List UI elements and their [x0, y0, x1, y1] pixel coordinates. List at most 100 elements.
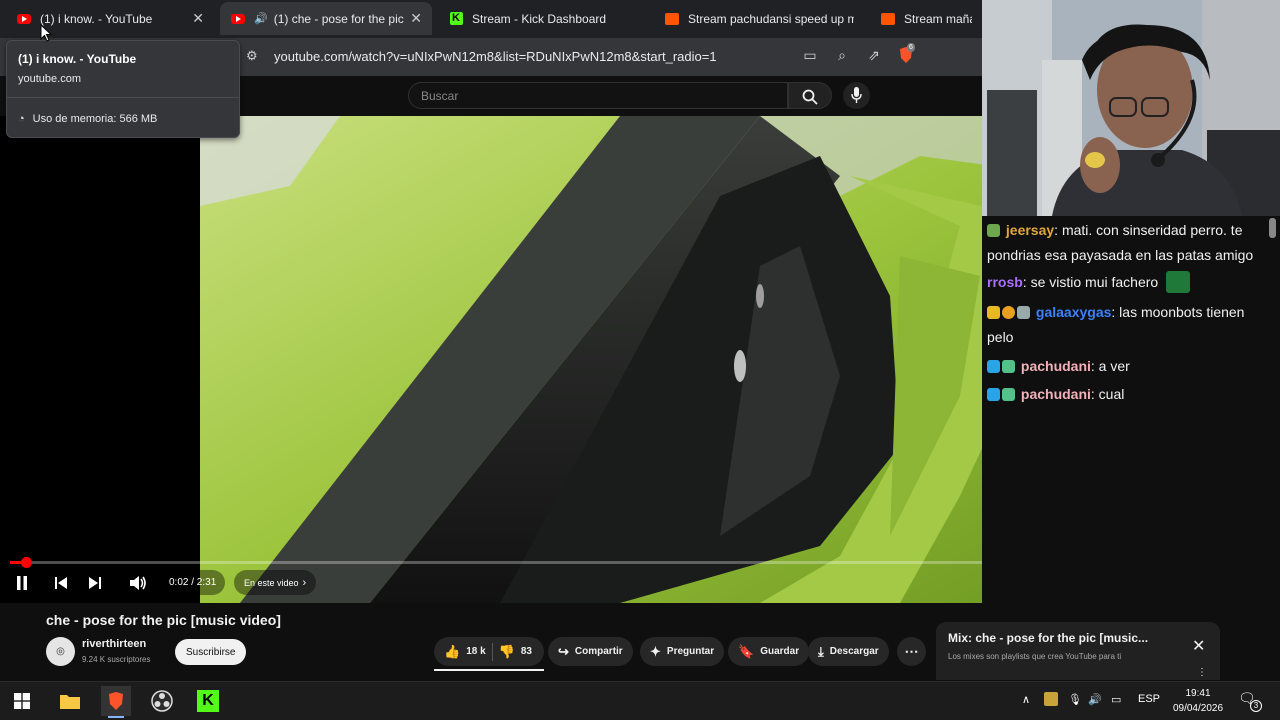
network-icon[interactable]: ▭ — [1111, 693, 1121, 706]
tab-title: (1) che - pose for the pic [ — [273, 11, 405, 26]
site-settings-icon[interactable]: ⚙ — [246, 48, 258, 64]
next-icon — [89, 577, 101, 589]
language-indicator[interactable]: ESP — [1138, 693, 1160, 705]
obs-taskbar-button[interactable] — [147, 686, 177, 716]
close-tab-icon[interactable]: ✕ — [186, 10, 204, 27]
close-tab-icon[interactable]: ✕ — [404, 10, 422, 27]
previous-button[interactable] — [50, 573, 72, 593]
more-actions-button[interactable]: ⋯ — [897, 637, 926, 666]
audio-playing-icon[interactable]: 🔊 — [254, 12, 268, 25]
show-hidden-icons-icon[interactable]: ∧ — [1022, 693, 1030, 706]
speaker-icon[interactable]: 🔊 — [1088, 693, 1102, 706]
progress-bar[interactable] — [10, 561, 1066, 564]
chat-username[interactable]: pachudani — [1021, 358, 1091, 374]
chat-username[interactable]: pachudani — [1021, 386, 1091, 402]
soundcloud-icon — [880, 11, 896, 27]
brave-shields-icon[interactable]: 6 — [897, 43, 915, 64]
clock-time: 19:41 — [1185, 688, 1211, 699]
like-dislike-group: 👍 18 k 👎 83 — [434, 637, 544, 666]
microphone-icon — [851, 87, 862, 103]
chapter-button[interactable]: En este video › — [234, 570, 317, 595]
tab-title: Stream - Kick Dashboard — [472, 11, 607, 26]
tab-soundcloud-2[interactable]: Stream mañana c — [870, 2, 982, 35]
subscribe-button[interactable]: Suscribirse — [175, 639, 247, 665]
brave-taskbar-button[interactable] — [101, 686, 131, 716]
cast-icon[interactable]: ▭ — [801, 46, 819, 64]
coin-badge-icon — [1002, 306, 1015, 319]
dislike-button[interactable]: 👎 83 — [499, 644, 532, 660]
kick-icon: K — [448, 11, 464, 27]
chat-text: : a ver — [1090, 358, 1130, 374]
volume-button[interactable] — [127, 573, 149, 593]
download-button[interactable]: ⤓ Descargar — [808, 637, 889, 666]
voice-search-button[interactable] — [843, 82, 870, 109]
crown-badge-icon — [987, 306, 1000, 319]
time-display: 0:02 / 2:31 — [160, 570, 226, 595]
youtube-icon — [16, 11, 32, 27]
scrollbar[interactable] — [1269, 218, 1276, 238]
tray-app-icon[interactable] — [1044, 692, 1058, 706]
channel-avatar[interactable]: ◎ — [46, 637, 75, 666]
toolbar-icons: ▭ ⌕ ⇗ 6 — [801, 43, 915, 64]
share-icon[interactable]: ⇗ — [865, 46, 883, 64]
sword-badge-icon — [987, 388, 1000, 401]
youtube-icon — [230, 11, 246, 27]
chat-text: : cual — [1090, 386, 1125, 402]
chat-username[interactable]: galaaxygas — [1036, 304, 1112, 320]
shield-count-badge: 6 — [907, 43, 915, 52]
like-underline — [434, 669, 544, 671]
thumbs-up-icon: 👍 — [444, 643, 461, 659]
obs-icon — [151, 690, 173, 712]
broadcaster-badge-icon — [1002, 360, 1015, 373]
save-button[interactable]: 🔖 Guardar — [728, 637, 810, 666]
kick-taskbar-button[interactable]: K — [193, 686, 223, 716]
clock[interactable]: 19:41 09/04/2026 — [1168, 686, 1228, 716]
kick-icon: K — [197, 690, 219, 712]
clock-date: 09/04/2026 — [1172, 703, 1224, 714]
more-vertical-icon[interactable]: ⋮ — [1197, 667, 1207, 678]
like-button[interactable]: 👍 18 k — [444, 644, 486, 660]
microphone-icon[interactable]: 🎙 — [1068, 693, 1082, 706]
chapter-label: En este video — [244, 577, 299, 588]
channel-name[interactable]: riverthirteen — [82, 638, 146, 650]
mix-subtitle: Los mixes son playlists que crea YouTube… — [948, 652, 1122, 661]
progress-scrubber[interactable] — [21, 557, 32, 568]
save-label: Guardar — [760, 646, 800, 657]
brave-icon — [109, 692, 123, 710]
download-label: Descargar — [829, 646, 879, 657]
chat-message: galaaxygas: las moonbots tienen pelo — [987, 300, 1272, 350]
dislike-count: 83 — [520, 646, 532, 657]
pause-icon — [17, 576, 27, 590]
tab-kick-dashboard[interactable]: K Stream - Kick Dashboard — [438, 2, 652, 35]
subscriber-count: 9.24 K suscriptores — [82, 655, 151, 664]
search-button[interactable] — [788, 82, 832, 109]
search-input[interactable]: Buscar — [408, 82, 788, 109]
sword-badge-icon — [987, 360, 1000, 373]
start-button[interactable] — [7, 686, 37, 716]
webcam-image — [982, 0, 1280, 216]
divider — [491, 642, 493, 661]
share-button[interactable]: ↪ Compartir — [548, 637, 633, 666]
chat-username[interactable]: jeersay — [1006, 222, 1054, 238]
zoom-icon[interactable]: ⌕ — [833, 46, 851, 64]
file-explorer-button[interactable] — [55, 686, 85, 716]
tab-i-know[interactable]: (1) i know. - YouTube ✕ — [6, 2, 214, 35]
next-button[interactable] — [84, 573, 106, 593]
mix-title[interactable]: Mix: che - pose for the pic [music... — [948, 631, 1168, 645]
video-content-image — [200, 116, 1068, 603]
tab-soundcloud-1[interactable]: Stream pachudansi speed up mixe — [654, 2, 864, 35]
close-icon[interactable]: ✕ — [1192, 636, 1205, 656]
chat-username[interactable]: rrosb — [987, 274, 1023, 290]
share-icon: ↪ — [558, 643, 569, 659]
chat-message: pachudani: a ver — [987, 354, 1272, 379]
pause-button[interactable] — [11, 573, 33, 593]
chevron-right-icon: › — [302, 576, 307, 589]
volume-icon — [130, 576, 146, 590]
tab-che-pose[interactable]: 🔊 (1) che - pose for the pic [ ✕ — [220, 2, 432, 35]
chat-message: rrosb: se vistio mui fachero — [987, 270, 1272, 295]
ask-button[interactable]: ✦ Preguntar — [640, 637, 725, 666]
video-frame[interactable] — [200, 116, 1068, 603]
memory-icon: ◔ — [18, 113, 25, 125]
previous-icon — [55, 577, 67, 589]
bookmark-icon: 🔖 — [738, 643, 755, 659]
